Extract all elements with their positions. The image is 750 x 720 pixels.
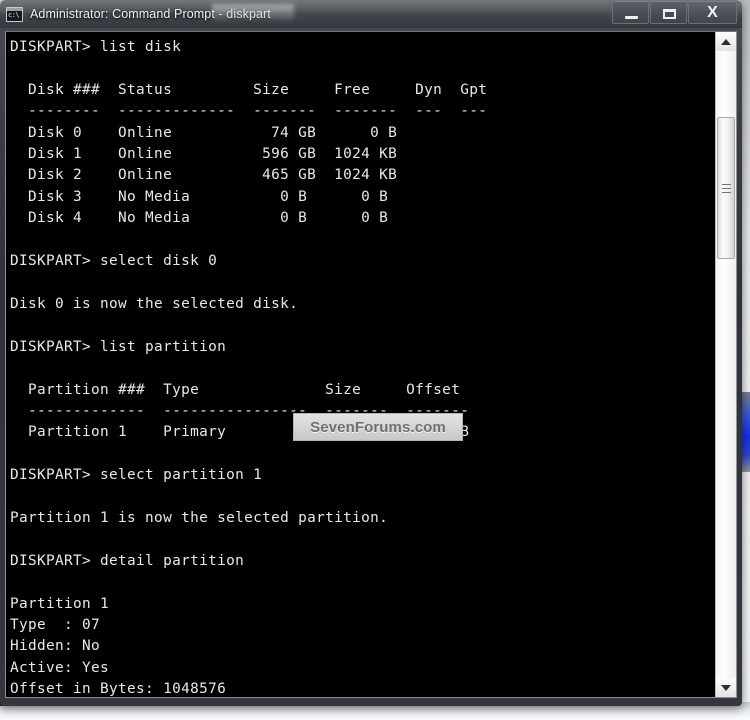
console-output-area[interactable]: DISKPART> list disk Disk ### Status Size…	[6, 32, 715, 697]
minimize-icon	[625, 16, 638, 19]
chevron-up-icon	[721, 38, 731, 45]
console-client-area: DISKPART> list disk Disk ### Status Size…	[5, 31, 737, 698]
scroll-up-button[interactable]	[716, 32, 736, 51]
window-controls: X	[611, 1, 737, 24]
scrollbar-track[interactable]	[716, 51, 736, 678]
console-text: DISKPART> list disk Disk ### Status Size…	[10, 39, 488, 697]
command-prompt-window: Administrator: Command Prompt - diskpart…	[0, 0, 742, 706]
window-titlebar[interactable]: Administrator: Command Prompt - diskpart…	[0, 0, 742, 28]
maximize-icon	[663, 9, 676, 19]
close-button[interactable]: X	[688, 1, 737, 24]
command-prompt-icon	[6, 6, 23, 22]
close-icon: X	[707, 3, 718, 21]
window-title: Administrator: Command Prompt - diskpart	[30, 7, 271, 21]
grip-line	[721, 183, 731, 185]
grip-line	[721, 191, 731, 193]
maximize-button[interactable]	[650, 1, 687, 24]
scrollbar-thumb[interactable]	[717, 117, 735, 259]
screen: Administrator: Command Prompt - diskpart…	[0, 0, 750, 720]
grip-line	[721, 187, 731, 189]
scroll-down-button[interactable]	[716, 678, 736, 697]
chevron-down-icon	[721, 684, 731, 691]
minimize-button[interactable]	[612, 1, 649, 24]
watermark: SevenForums.com	[293, 413, 463, 441]
vertical-scrollbar[interactable]	[715, 32, 736, 697]
